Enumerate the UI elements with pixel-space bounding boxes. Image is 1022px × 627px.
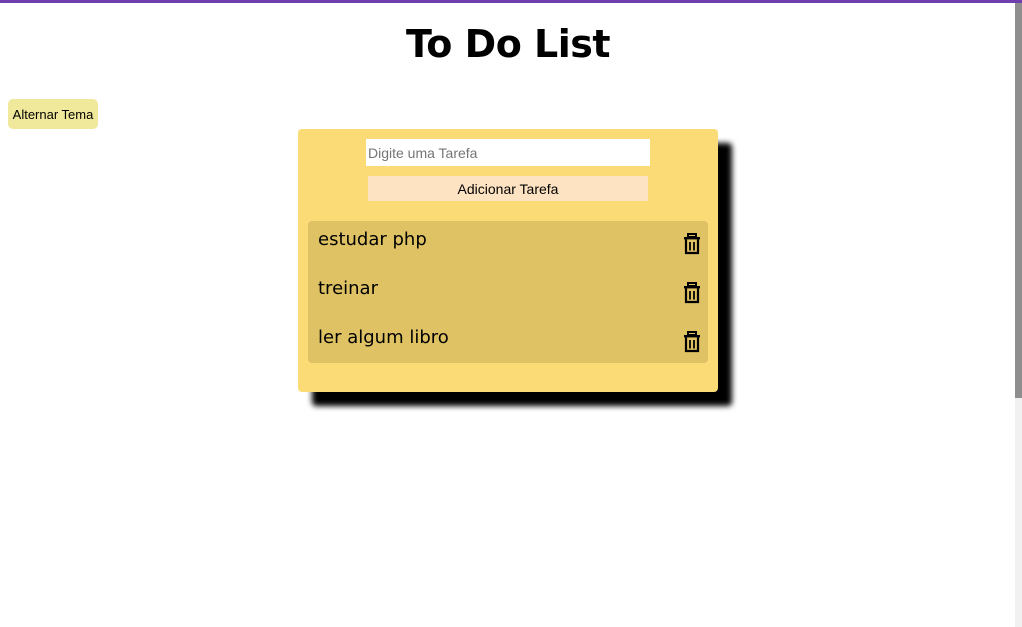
page-title: To Do List xyxy=(405,22,611,66)
delete-task-button[interactable] xyxy=(682,331,702,353)
trash-icon xyxy=(682,233,702,255)
delete-task-button[interactable] xyxy=(682,233,702,255)
trash-icon xyxy=(682,331,702,353)
top-accent-border xyxy=(0,0,1022,3)
delete-task-button[interactable] xyxy=(682,282,702,304)
list-item: ler algum libro xyxy=(308,319,708,359)
scrollbar-thumb[interactable] xyxy=(1015,3,1022,398)
task-label: treinar xyxy=(318,278,378,299)
list-item: treinar xyxy=(308,270,708,310)
trash-icon xyxy=(682,282,702,304)
list-item: estudar php xyxy=(308,221,708,261)
toggle-theme-button[interactable]: Alternar Tema xyxy=(8,99,98,129)
task-label: estudar php xyxy=(318,229,427,250)
task-input[interactable] xyxy=(366,139,650,166)
todo-card: Adicionar Tarefa estudar php treinar xyxy=(298,129,718,392)
task-label: ler algum libro xyxy=(318,327,449,348)
vertical-scrollbar[interactable] xyxy=(1015,3,1022,627)
add-task-button[interactable]: Adicionar Tarefa xyxy=(368,176,648,201)
task-list: estudar php treinar ler algum libro xyxy=(308,221,708,363)
